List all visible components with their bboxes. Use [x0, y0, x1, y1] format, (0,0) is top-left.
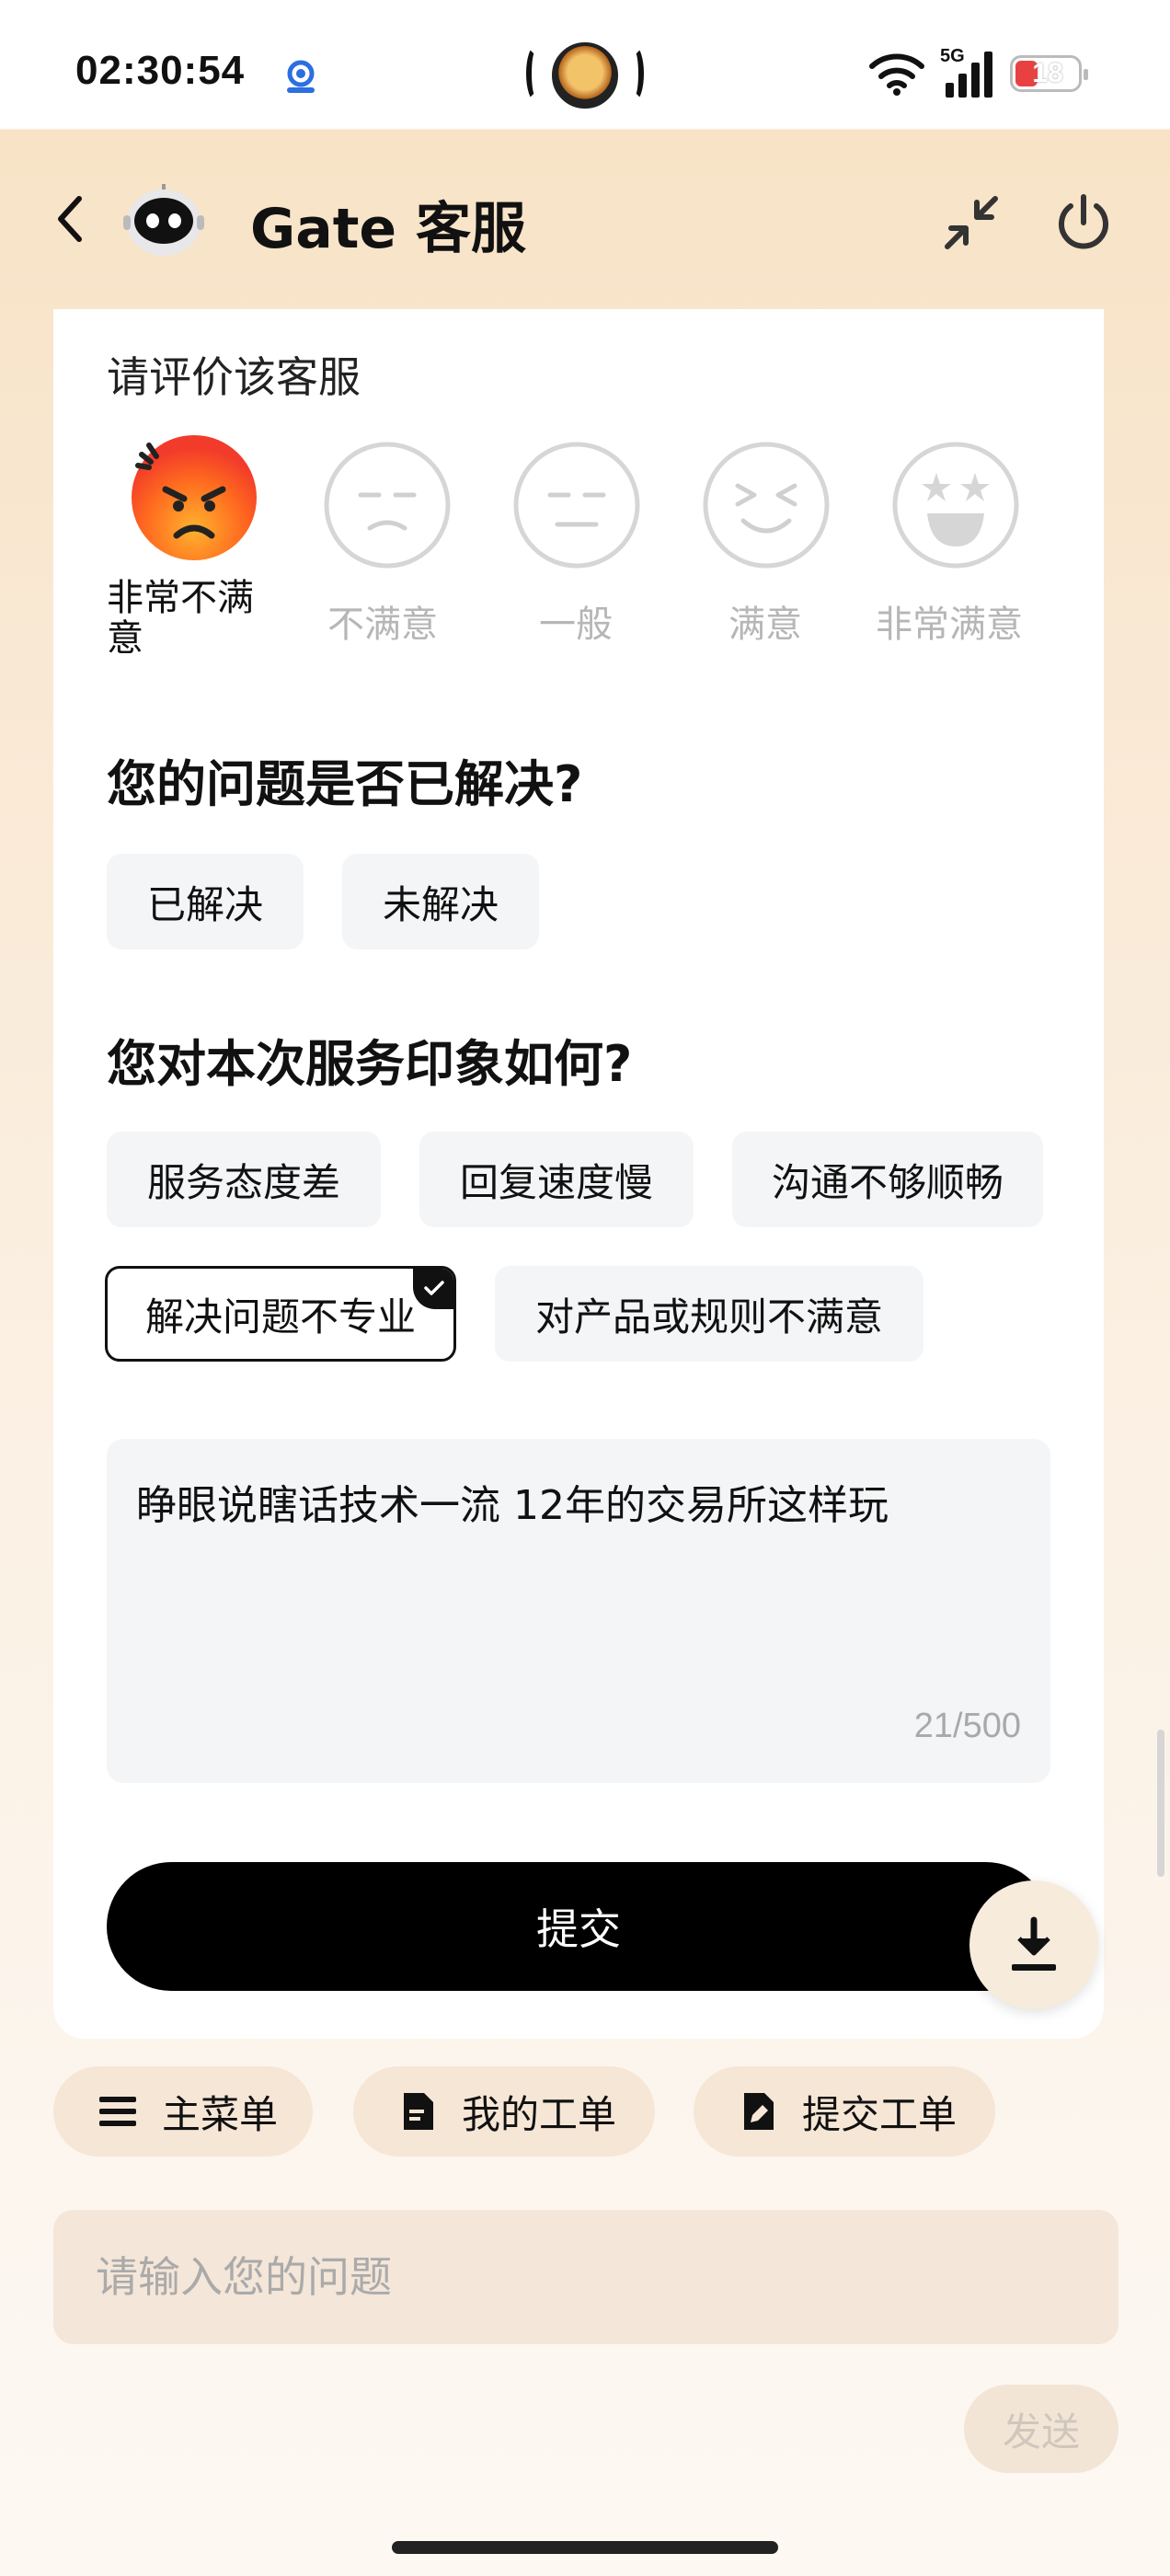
rating-label: 一般: [539, 604, 613, 646]
robot-avatar-icon: [123, 184, 204, 256]
ticket-icon: [397, 2091, 438, 2132]
my-tickets-label: 我的工单: [462, 2091, 617, 2137]
status-time: 02:30:54: [75, 48, 246, 93]
rating-label: 不满意: [327, 604, 438, 646]
minimize-button[interactable]: [938, 190, 1004, 256]
download-button[interactable]: [969, 1880, 1098, 2009]
app-indicator-icon: [287, 60, 315, 93]
impression-chip[interactable]: 服务态度差: [107, 1132, 381, 1227]
battery-icon: 18: [1010, 55, 1088, 92]
chat-header: Gate 客服: [0, 129, 1170, 309]
power-icon: [1059, 194, 1108, 249]
submit-button[interactable]: 提交: [107, 1862, 1050, 1991]
impression-chip-selected[interactable]: 解决问题不专业: [105, 1266, 456, 1362]
rating-label: 非常不满意: [107, 577, 254, 660]
my-tickets-button[interactable]: 我的工单: [353, 2066, 655, 2156]
main-menu-button[interactable]: 主菜单: [53, 2066, 313, 2156]
check-icon: [413, 1269, 453, 1309]
resolved-yes-chip[interactable]: 已解决: [107, 854, 304, 949]
impression-question-title: 您对本次服务印象如何?: [107, 1035, 633, 1093]
impression-chip-label: 解决问题不专业: [144, 1294, 416, 1340]
feedback-textarea[interactable]: 睁眼说瞎话技术一流 12年的交易所这样玩 21/500: [107, 1439, 1050, 1783]
signal-icon: [946, 52, 992, 98]
dynamic-island-icon: [526, 39, 644, 109]
status-bar: 02:30:54 5G 18: [0, 0, 1170, 129]
character-count: 21/500: [913, 1707, 1021, 1745]
angry-face-icon: [132, 435, 257, 560]
unhappy-face-icon: [324, 442, 451, 569]
back-arrow-icon: [58, 196, 82, 242]
close-session-button[interactable]: [1050, 190, 1117, 256]
home-indicator[interactable]: [392, 2541, 778, 2554]
rating-label: 非常满意: [876, 604, 1023, 646]
impression-chip[interactable]: 回复速度慢: [419, 1132, 694, 1227]
page-title: Gate 客服: [250, 197, 526, 261]
minimize-icon: [945, 196, 998, 249]
rating-label: 满意: [728, 604, 802, 646]
submit-ticket-button[interactable]: 提交工单: [694, 2066, 995, 2156]
rating-options: 非常不满意 不满意 一般 满意 非常满意: [53, 432, 1104, 672]
star-eyes-face-icon: [892, 442, 1019, 569]
battery-level: 18: [1032, 58, 1063, 88]
submit-ticket-label: 提交工单: [802, 2091, 958, 2137]
send-button[interactable]: 发送: [964, 2385, 1118, 2473]
feedback-text: 睁眼说瞎话技术一流 12年的交易所这样玩: [136, 1482, 889, 1529]
chat-input-container: [53, 2210, 1118, 2344]
resolved-no-chip[interactable]: 未解决: [342, 854, 539, 949]
back-button[interactable]: [46, 186, 94, 252]
impression-chip[interactable]: 沟通不够顺畅: [732, 1132, 1043, 1227]
rating-card: 请评价该客服 非常不满意 不满意 一般 满意 非常满意 您的问题是否已解决? 已…: [53, 309, 1104, 2039]
happy-face-icon: [703, 442, 830, 569]
rating-title: 请评价该客服: [107, 352, 361, 402]
neutral-face-icon: [513, 442, 640, 569]
scrollbar[interactable]: [1157, 1730, 1164, 1877]
download-icon: [1012, 1916, 1056, 1971]
impression-chip[interactable]: 对产品或规则不满意: [495, 1266, 923, 1362]
menu-icon: [98, 2091, 138, 2132]
main-menu-label: 主菜单: [162, 2091, 279, 2137]
edit-ticket-icon: [738, 2091, 778, 2132]
resolved-question-title: 您的问题是否已解决?: [107, 755, 583, 813]
chat-message-input[interactable]: [53, 2210, 1118, 2344]
wifi-icon: [869, 53, 924, 96]
